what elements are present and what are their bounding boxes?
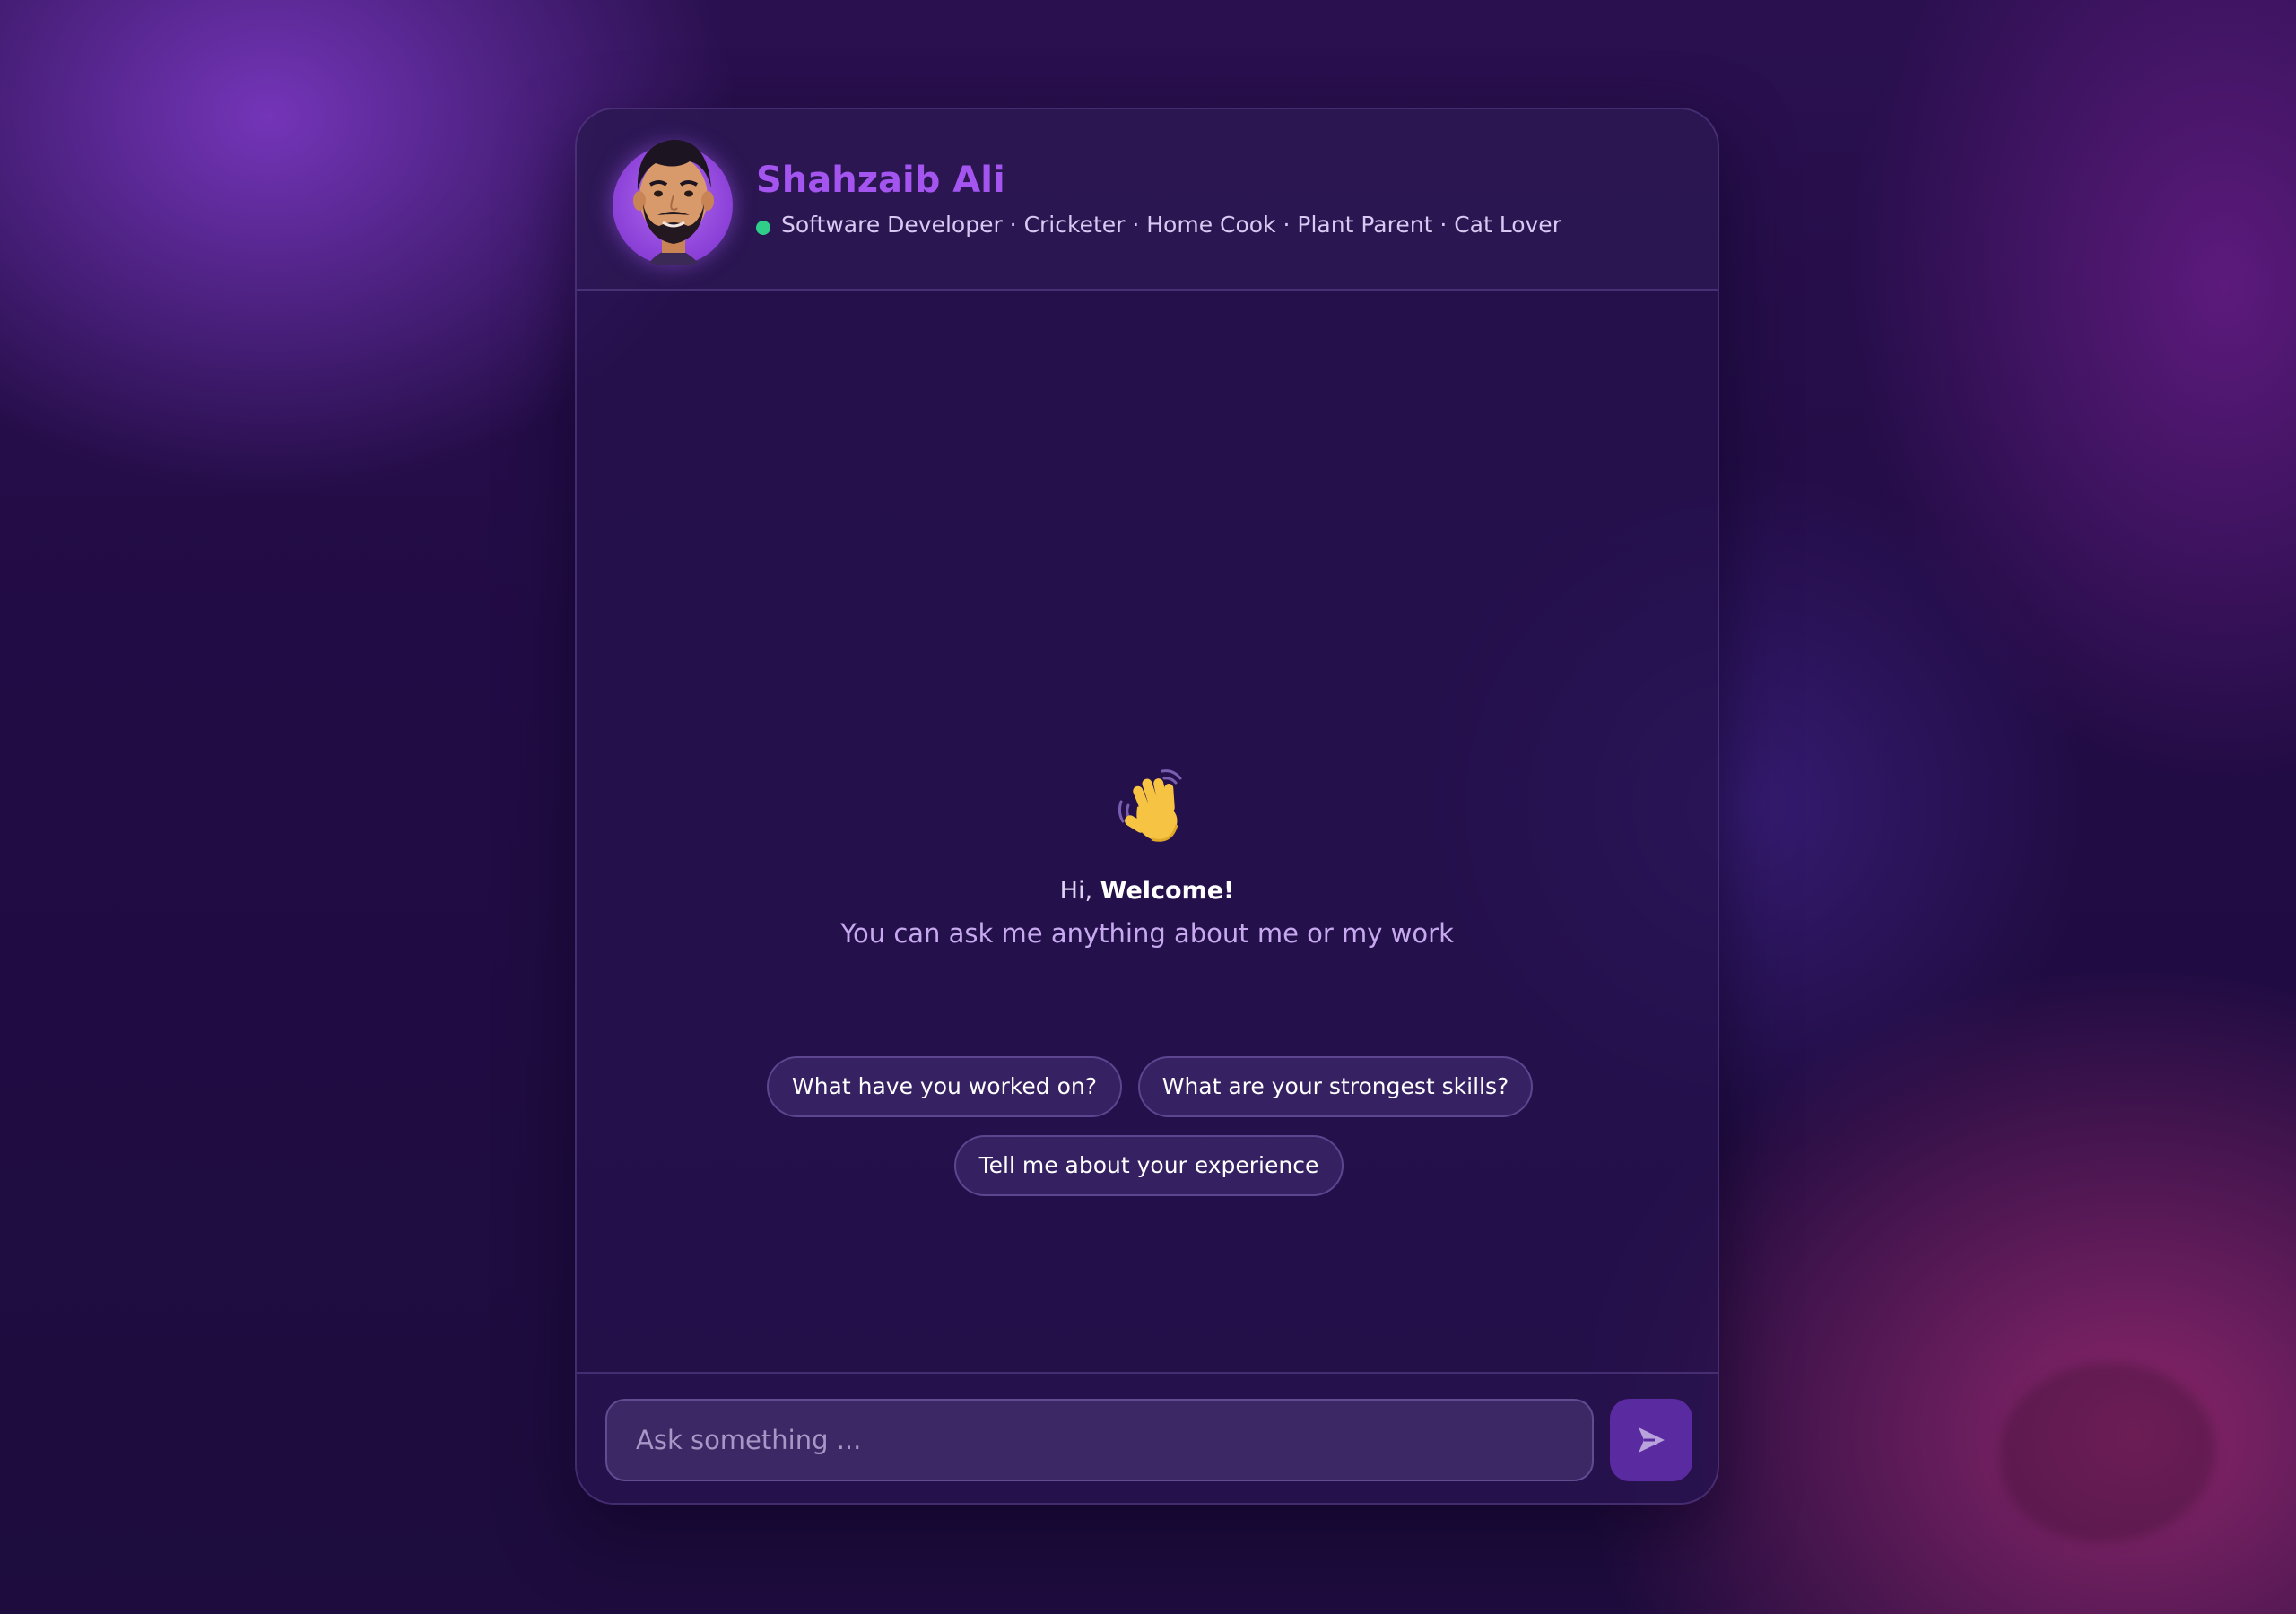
suggestion-chip-experience[interactable]: Tell me about your experience: [954, 1135, 1344, 1196]
chat-header: Shahzaib Ali Software Developer · Cricke…: [577, 109, 1718, 291]
profile-name: Shahzaib Ali: [756, 160, 1005, 201]
waving-hand-icon: [1118, 769, 1182, 842]
profile-tagline: Software Developer · Cricketer · Home Co…: [781, 212, 1561, 238]
avatar: [613, 118, 736, 265]
greeting-prefix: Hi,: [1059, 877, 1100, 905]
chat-window: Shahzaib Ali Software Developer · Cricke…: [575, 108, 1719, 1505]
suggestion-chip-worked-on[interactable]: What have you worked on?: [767, 1056, 1122, 1117]
send-button[interactable]: [1610, 1399, 1692, 1481]
chat-messages-area: Hi, Welcome! You can ask me anything abo…: [577, 291, 1718, 1372]
welcome-subtitle: You can ask me anything about me or my w…: [840, 918, 1454, 949]
welcome-greeting: Hi, Welcome!: [577, 877, 1718, 905]
online-status-dot: [756, 221, 770, 235]
chat-composer: [577, 1372, 1718, 1503]
suggestion-chip-strongest-skills[interactable]: What are your strongest skills?: [1138, 1056, 1533, 1117]
greeting-emphasis: Welcome!: [1100, 877, 1235, 905]
send-icon: [1639, 1427, 1665, 1453]
ask-input[interactable]: [605, 1399, 1594, 1481]
avatar-portrait-icon: [633, 139, 714, 265]
